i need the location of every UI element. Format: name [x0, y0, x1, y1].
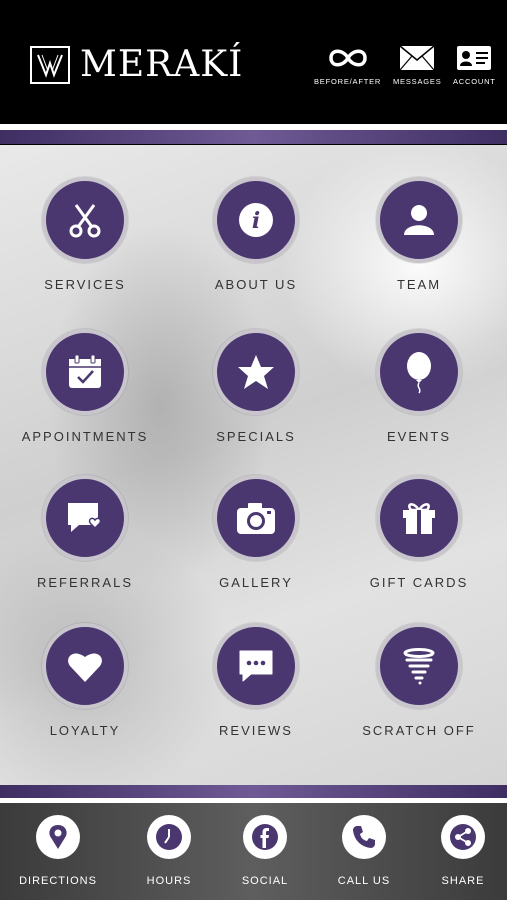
- nav-share[interactable]: SHARE: [413, 815, 507, 887]
- tile-icon-circle: [42, 329, 128, 415]
- tile-icon-circle: [376, 177, 462, 263]
- person-icon: [404, 205, 434, 235]
- nav-label: SOCIAL: [241, 875, 289, 887]
- nav-label: DIRECTIONS: [19, 875, 97, 887]
- scissors-icon: [69, 204, 101, 238]
- divider: [0, 130, 507, 144]
- tile-icon-circle: [42, 623, 128, 709]
- tile-events[interactable]: EVENTS: [339, 329, 499, 444]
- tile-label: APPOINTMENTS: [21, 429, 149, 444]
- id-card-icon: [457, 46, 492, 70]
- tile-loyalty[interactable]: LOYALTY: [5, 623, 165, 738]
- nav-hours[interactable]: HOURS: [119, 815, 219, 887]
- tornado-icon: [403, 648, 435, 685]
- tile-referrals[interactable]: REFERRALS: [5, 475, 165, 590]
- nav-directions[interactable]: DIRECTIONS: [8, 815, 108, 887]
- tile-specials[interactable]: SPECIALS: [176, 329, 336, 444]
- calendar-check-icon: [69, 354, 101, 388]
- nav-social[interactable]: SOCIAL: [215, 815, 315, 887]
- nav-icon-circle: [36, 815, 80, 859]
- tile-label: GIFT CARDS: [369, 575, 469, 590]
- tile-label: ABOUT US: [214, 277, 298, 292]
- divider: [0, 785, 507, 798]
- before-after-button[interactable]: BEFORE/AFTER: [314, 45, 381, 86]
- meraki-logo-icon: [30, 46, 70, 84]
- tile-label: REFERRALS: [36, 575, 134, 590]
- tile-gallery[interactable]: GALLERY: [176, 475, 336, 590]
- tile-icon-circle: [213, 475, 299, 561]
- before-after-label: BEFORE/AFTER: [314, 77, 382, 86]
- infinity-icon: [328, 49, 367, 67]
- envelope-icon: [399, 45, 435, 71]
- tile-label: REVIEWS: [219, 723, 293, 738]
- tile-icon-circle: [213, 329, 299, 415]
- svg-text:i: i: [252, 208, 260, 234]
- tile-label: SPECIALS: [216, 429, 296, 444]
- facebook-icon: [252, 824, 278, 850]
- tile-icon-circle: [376, 475, 462, 561]
- tile-appointments[interactable]: APPOINTMENTS: [5, 329, 165, 444]
- tile-label: TEAM: [396, 277, 442, 292]
- tile-about-us[interactable]: i ABOUT US: [176, 177, 336, 292]
- nav-label: HOURS: [146, 875, 192, 887]
- nav-icon-circle: [441, 815, 485, 859]
- share-icon: [450, 824, 476, 850]
- chat-heart-icon: [68, 503, 102, 532]
- app-header: MERAKÍ BEFORE/AFTER MESSAGES ACCOUNT: [0, 0, 507, 124]
- tile-team[interactable]: TEAM: [339, 177, 499, 292]
- brand-logo[interactable]: MERAKÍ: [30, 46, 243, 84]
- account-button[interactable]: ACCOUNT: [453, 45, 496, 86]
- nav-label: CALL US: [337, 875, 391, 887]
- tile-scratch-off[interactable]: SCRATCH OFF: [339, 623, 499, 738]
- star-icon: [238, 355, 274, 389]
- chat-dots-icon: [239, 650, 273, 682]
- tile-icon-circle: [376, 329, 462, 415]
- map-pin-icon: [49, 825, 67, 849]
- tile-reviews[interactable]: REVIEWS: [176, 623, 336, 738]
- nav-icon-circle: [147, 815, 191, 859]
- tile-label: GALLERY: [219, 575, 293, 590]
- main-menu-grid: SERVICES i ABOUT US TEAM APPOINTMENTS SP…: [0, 145, 507, 785]
- nav-icon-circle: [243, 815, 287, 859]
- bottom-nav: DIRECTIONS HOURS SOCIAL CALL US SHARE: [0, 803, 507, 900]
- tile-label: LOYALTY: [49, 723, 121, 738]
- tile-label: SCRATCH OFF: [362, 723, 476, 738]
- gift-icon: [403, 503, 435, 534]
- account-label: ACCOUNT: [453, 77, 496, 86]
- tile-icon-circle: i: [213, 177, 299, 263]
- messages-button[interactable]: MESSAGES: [393, 45, 442, 86]
- nav-icon-circle: [342, 815, 386, 859]
- nav-label: SHARE: [441, 875, 485, 887]
- tile-label: EVENTS: [386, 429, 451, 444]
- tile-icon-circle: [213, 623, 299, 709]
- clock-icon: [156, 824, 182, 850]
- tile-gift-cards[interactable]: GIFT CARDS: [339, 475, 499, 590]
- tile-icon-circle: [42, 177, 128, 263]
- phone-icon: [353, 826, 375, 848]
- messages-label: MESSAGES: [393, 77, 442, 86]
- balloon-icon: [407, 352, 431, 394]
- nav-call-us[interactable]: CALL US: [314, 815, 414, 887]
- heart-icon: [68, 653, 102, 682]
- tile-services[interactable]: SERVICES: [5, 177, 165, 292]
- brand-name: MERAKÍ: [80, 44, 244, 85]
- camera-icon: [237, 503, 275, 534]
- tile-icon-circle: [376, 623, 462, 709]
- tile-icon-circle: [42, 475, 128, 561]
- info-icon: i: [239, 203, 273, 237]
- tile-label: SERVICES: [44, 277, 126, 292]
